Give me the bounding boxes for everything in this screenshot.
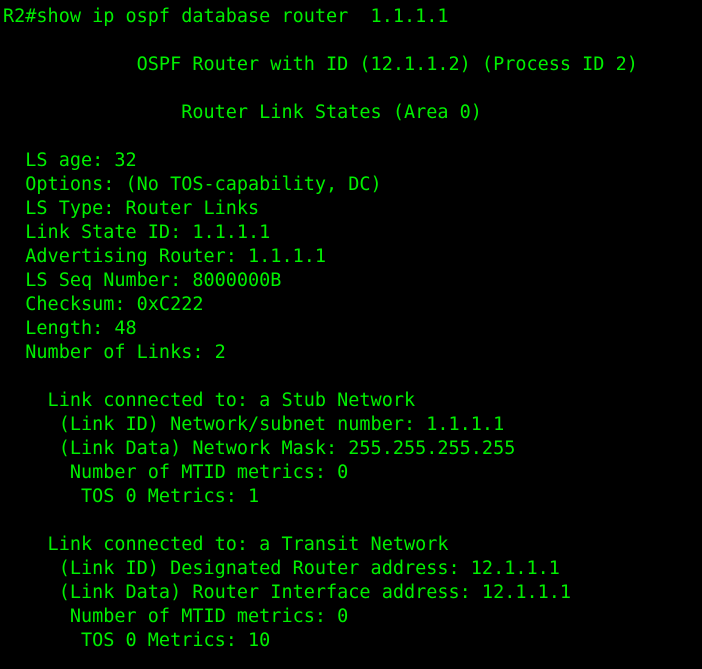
transit-link-header: Link connected to: a Transit Network [3,534,449,555]
checksum-line: Checksum: 0xC222 [3,294,204,315]
transit-link-id-line: (Link ID) Designated Router address: 12.… [3,558,560,579]
ls-seq-number-line: LS Seq Number: 8000000B [3,270,282,291]
options-line: Options: (No TOS-capability, DC) [3,174,382,195]
transit-link-data-line: (Link Data) Router Interface address: 12… [3,582,572,603]
ospf-router-header: OSPF Router with ID (12.1.1.2) (Process … [3,54,638,75]
stub-link-id-line: (Link ID) Network/subnet number: 1.1.1.1 [3,414,505,435]
stub-tos-metrics-line: TOS 0 Metrics: 1 [3,486,260,507]
stub-link-header: Link connected to: a Stub Network [3,390,416,411]
number-of-links-line: Number of Links: 2 [3,342,226,363]
transit-mtid-metrics-line: Number of MTID metrics: 0 [3,606,349,627]
ls-type-line: LS Type: Router Links [3,198,260,219]
length-line: Length: 48 [3,318,137,339]
ls-age-line: LS age: 32 [3,150,137,171]
router-link-states-header: Router Link States (Area 0) [3,102,482,123]
transit-tos-metrics-line: TOS 0 Metrics: 10 [3,630,271,651]
stub-mtid-metrics-line: Number of MTID metrics: 0 [3,462,349,483]
advertising-router-line: Advertising Router: 1.1.1.1 [3,246,327,267]
terminal-window[interactable]: R2#show ip ospf database router 1.1.1.1 … [0,0,702,669]
link-state-id-line: Link State ID: 1.1.1.1 [3,222,271,243]
command-line: R2#show ip ospf database router 1.1.1.1 [3,6,449,27]
stub-link-data-line: (Link Data) Network Mask: 255.255.255.25… [3,438,516,459]
